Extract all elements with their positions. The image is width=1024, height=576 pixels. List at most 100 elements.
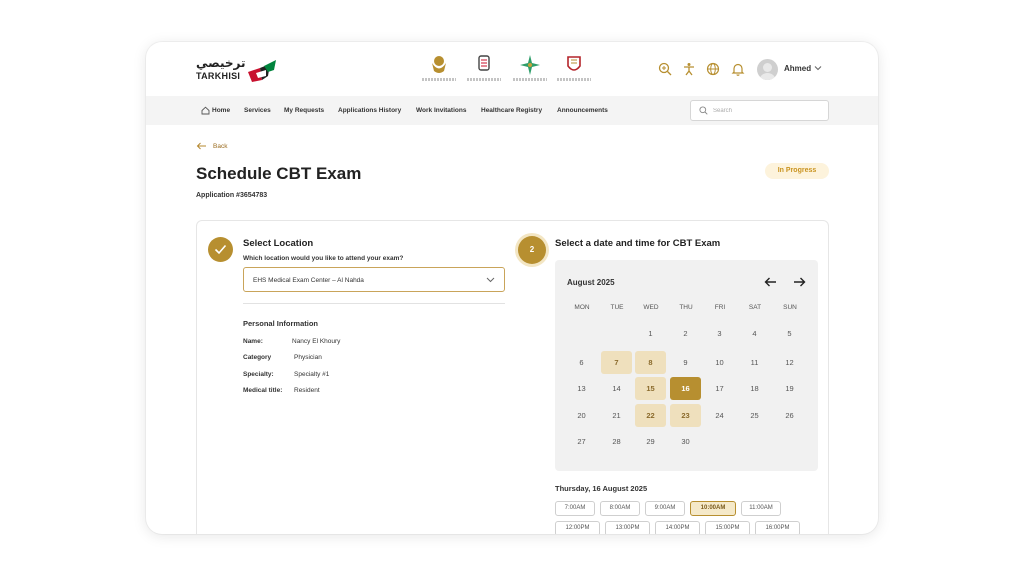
time-slot-1200pm[interactable]: 12:00PM	[555, 521, 600, 534]
calendar-day-16[interactable]: 16	[670, 377, 701, 400]
time-slot-1500pm[interactable]: 15:00PM	[705, 521, 750, 534]
calendar-day-29[interactable]: 29	[635, 430, 666, 453]
time-slot-1100am[interactable]: 11:00AM	[741, 501, 781, 516]
page-title: Schedule CBT Exam	[196, 164, 362, 183]
logo-english-text: TARKHISI	[196, 71, 241, 81]
calendar-day-7[interactable]: 7	[601, 351, 632, 374]
step-1-title: Select Location	[243, 238, 314, 249]
calendar-day-25[interactable]: 25	[739, 404, 770, 427]
nav-services[interactable]: Services	[244, 107, 271, 114]
name-label: Name:	[243, 338, 263, 345]
chevron-down-icon	[486, 277, 495, 283]
calendar-day-3[interactable]: 3	[704, 322, 735, 345]
category-value: Physician	[294, 354, 322, 361]
app-window: ترخيصي TARKHISI Ahmed Home Services My R…	[146, 42, 878, 534]
crest-emblem-icon	[557, 54, 591, 86]
location-selected-value: EHS Medical Exam Center – Al Nahda	[253, 277, 364, 284]
calendar-day-8[interactable]: 8	[635, 351, 666, 374]
weekday-fri: FRI	[714, 304, 726, 311]
tarkhisi-logo[interactable]: ترخيصي TARKHISI	[196, 54, 286, 84]
calendar-day-10[interactable]: 10	[704, 351, 735, 374]
time-slot-700am[interactable]: 7:00AM	[555, 501, 595, 516]
step-2-indicator: 2	[518, 236, 546, 264]
location-question: Which location would you like to attend …	[243, 255, 404, 262]
calendar-day-15[interactable]: 15	[635, 377, 666, 400]
calendar-day-9[interactable]: 9	[670, 351, 701, 374]
calendar-day-27[interactable]: 27	[566, 430, 597, 453]
calendar-day-23[interactable]: 23	[670, 404, 701, 427]
calendar-day-2[interactable]: 2	[670, 322, 701, 345]
application-number: Application #3654783	[196, 192, 268, 199]
uae-flag-mark-icon	[248, 60, 276, 82]
back-link[interactable]: Back	[213, 143, 227, 150]
checkmark-icon	[214, 244, 227, 255]
abu-dhabi-emblem-icon	[467, 54, 501, 86]
arrow-left-icon[interactable]	[764, 277, 777, 287]
weekday-thu: THU	[679, 304, 693, 311]
nav-work-invitations[interactable]: Work Invitations	[416, 107, 466, 114]
calendar-day-20[interactable]: 20	[566, 404, 597, 427]
calendar-day-21[interactable]: 21	[601, 404, 632, 427]
calendar-month: August 2025	[567, 278, 615, 287]
calendar: August 2025 MON TUE WED THU FRI SAT SUN 1 2 3 4 5 6 7…	[555, 260, 818, 471]
user-name[interactable]: Ahmed	[784, 64, 811, 73]
weekday-tue: TUE	[610, 304, 624, 311]
calendar-day-17[interactable]: 17	[704, 377, 735, 400]
calendar-day-24[interactable]: 24	[704, 404, 735, 427]
medical-title-label: Medical title:	[243, 387, 283, 394]
star-emblem-icon	[513, 54, 547, 86]
language-globe-icon[interactable]	[706, 62, 720, 76]
time-slot-1300pm[interactable]: 13:00PM	[605, 521, 650, 534]
calendar-day-5[interactable]: 5	[774, 322, 805, 345]
specialty-value: Specialty #1	[294, 371, 330, 378]
calendar-day-19[interactable]: 19	[774, 377, 805, 400]
logo-arabic-text: ترخيصي	[196, 56, 246, 70]
specialty-label: Specialty:	[243, 371, 274, 378]
calendar-day-13[interactable]: 13	[566, 377, 597, 400]
main-nav: Home Services My Requests Applications H…	[146, 96, 878, 125]
calendar-day-1[interactable]: 1	[635, 322, 666, 345]
nav-home[interactable]: Home	[212, 107, 230, 114]
calendar-day-12[interactable]: 12	[774, 351, 805, 374]
calendar-day-22[interactable]: 22	[635, 404, 666, 427]
calendar-day-6[interactable]: 6	[566, 351, 597, 374]
arrow-left-icon[interactable]	[196, 142, 207, 150]
nav-applications-history[interactable]: Applications History	[338, 107, 401, 114]
step-1-complete-indicator	[208, 237, 233, 262]
weekday-sun: SUN	[783, 304, 797, 311]
chevron-down-icon[interactable]	[814, 65, 822, 71]
uae-emblem-icon	[422, 54, 456, 86]
calendar-day-26[interactable]: 26	[774, 404, 805, 427]
search-box	[690, 100, 829, 121]
header: ترخيصي TARKHISI Ahmed	[146, 42, 878, 96]
arrow-right-icon[interactable]	[793, 277, 806, 287]
user-avatar[interactable]	[757, 59, 778, 80]
search-input[interactable]	[713, 104, 823, 117]
calendar-day-28[interactable]: 28	[601, 430, 632, 453]
weekday-wed: WED	[643, 304, 659, 311]
zoom-icon[interactable]	[658, 62, 672, 76]
calendar-day-18[interactable]: 18	[739, 377, 770, 400]
calendar-day-11[interactable]: 11	[739, 351, 770, 374]
calendar-day-4[interactable]: 4	[739, 322, 770, 345]
nav-announcements[interactable]: Announcements	[557, 107, 608, 114]
home-icon[interactable]	[201, 106, 210, 115]
nav-my-requests[interactable]: My Requests	[284, 107, 324, 114]
notification-bell-icon[interactable]	[731, 62, 745, 76]
nav-healthcare-registry[interactable]: Healthcare Registry	[481, 107, 542, 114]
category-label: Category	[243, 354, 272, 361]
time-slot-1400pm[interactable]: 14:00PM	[655, 521, 700, 534]
location-select[interactable]: EHS Medical Exam Center – Al Nahda	[243, 267, 505, 292]
accessibility-icon[interactable]	[682, 62, 696, 76]
time-slot-1600pm[interactable]: 16:00PM	[755, 521, 800, 534]
time-slot-800am[interactable]: 8:00AM	[600, 501, 640, 516]
time-slot-1000am[interactable]: 10:00AM	[690, 501, 736, 516]
weekday-mon: MON	[574, 304, 590, 311]
personal-info-title: Personal Information	[243, 319, 319, 328]
calendar-day-14[interactable]: 14	[601, 377, 632, 400]
search-icon	[699, 106, 708, 115]
calendar-day-30[interactable]: 30	[670, 430, 701, 453]
name-value: Nancy El Khoury	[292, 338, 341, 345]
time-slot-900am[interactable]: 9:00AM	[645, 501, 685, 516]
weekday-sat: SAT	[748, 304, 762, 311]
